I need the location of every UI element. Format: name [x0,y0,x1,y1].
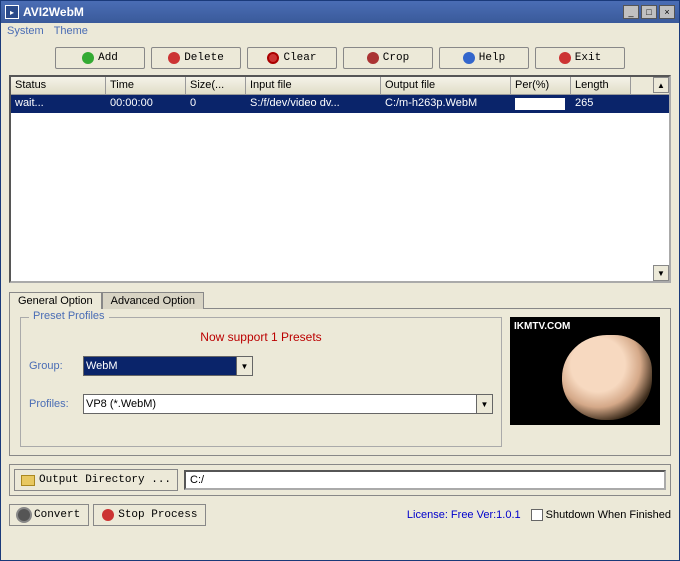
crop-icon [367,52,379,64]
folder-icon [21,475,35,486]
preview-watermark: IKMTV.COM [514,321,570,332]
help-icon [463,52,475,64]
minimize-button[interactable]: _ [623,5,639,19]
profiles-label: Profiles: [29,398,79,410]
file-table: Status Time Size(... Input file Output f… [9,75,671,283]
stop-icon [102,509,114,521]
add-button[interactable]: Add [55,47,145,69]
exit-icon [559,52,571,64]
app-window: ▸ AVI2WebM _ □ × System Theme Add Delete… [0,0,680,561]
menu-theme[interactable]: Theme [54,25,88,41]
delete-icon [168,52,180,64]
chevron-down-icon: ▼ [476,395,492,413]
exit-button[interactable]: Exit [535,47,625,69]
tab-advanced[interactable]: Advanced Option [102,292,204,309]
cell-time: 00:00:00 [106,95,186,113]
shutdown-checkbox[interactable]: Shutdown When Finished [531,509,671,521]
col-length[interactable]: Length [571,77,631,94]
table-row[interactable]: wait... 00:00:00 0 S:/f/dev/video dv... … [11,95,669,113]
preview-pane: IKMTV.COM [510,317,660,425]
profiles-value: VP8 (*.WebM) [86,398,156,410]
col-per[interactable]: Per(%) [511,77,571,94]
cell-size: 0 [186,95,246,113]
tab-panel-general: Preset Profiles Now support 1 Presets Gr… [9,308,671,456]
app-icon: ▸ [5,5,19,19]
clear-icon [267,52,279,64]
group-value: WebM [86,360,118,372]
options-tabs: General Option Advanced Option Preset Pr… [9,291,671,456]
cell-status: wait... [11,95,106,113]
menu-system[interactable]: System [7,25,44,41]
preset-legend: Preset Profiles [29,310,109,322]
cell-output: C:/m-h263p.WebM [381,95,511,113]
col-size[interactable]: Size(... [186,77,246,94]
crop-button[interactable]: Crop [343,47,433,69]
delete-button[interactable]: Delete [151,47,241,69]
col-status[interactable]: Status [11,77,106,94]
progress-bar [515,98,565,110]
titlebar: ▸ AVI2WebM _ □ × [1,1,679,23]
maximize-button[interactable]: □ [641,5,657,19]
col-time[interactable]: Time [106,77,186,94]
col-output[interactable]: Output file [381,77,511,94]
group-combo[interactable]: WebM ▼ [83,356,253,376]
table-header: Status Time Size(... Input file Output f… [11,77,669,95]
stop-process-button[interactable]: Stop Process [93,504,206,526]
checkbox-icon [531,509,543,521]
convert-button[interactable]: Convert [9,504,89,526]
output-path-input[interactable] [184,470,666,490]
preset-message: Now support 1 Presets [29,326,493,356]
gear-icon [18,509,30,521]
scroll-up-button[interactable]: ▲ [653,77,669,93]
close-button[interactable]: × [659,5,675,19]
help-button[interactable]: Help [439,47,529,69]
output-directory-button[interactable]: Output Directory ... [14,469,178,491]
window-title: AVI2WebM [23,5,621,19]
cell-per [511,95,571,113]
menubar: System Theme [1,23,679,43]
preview-image [562,335,652,420]
output-row: Output Directory ... [9,464,671,496]
tab-general[interactable]: General Option [9,292,102,309]
add-icon [82,52,94,64]
clear-button[interactable]: Clear [247,47,337,69]
group-label: Group: [29,360,79,372]
cell-length: 265 [571,95,631,113]
scroll-down-button[interactable]: ▼ [653,265,669,281]
cell-input: S:/f/dev/video dv... [246,95,381,113]
toolbar: Add Delete Clear Crop Help Exit [1,43,679,73]
preset-profiles-group: Preset Profiles Now support 1 Presets Gr… [20,317,502,447]
footer: Convert Stop Process License: Free Ver:1… [9,504,671,526]
chevron-down-icon: ▼ [236,357,252,375]
profiles-combo[interactable]: VP8 (*.WebM) ▼ [83,394,493,414]
col-input[interactable]: Input file [246,77,381,94]
license-text: License: Free Ver:1.0.1 [407,509,521,521]
